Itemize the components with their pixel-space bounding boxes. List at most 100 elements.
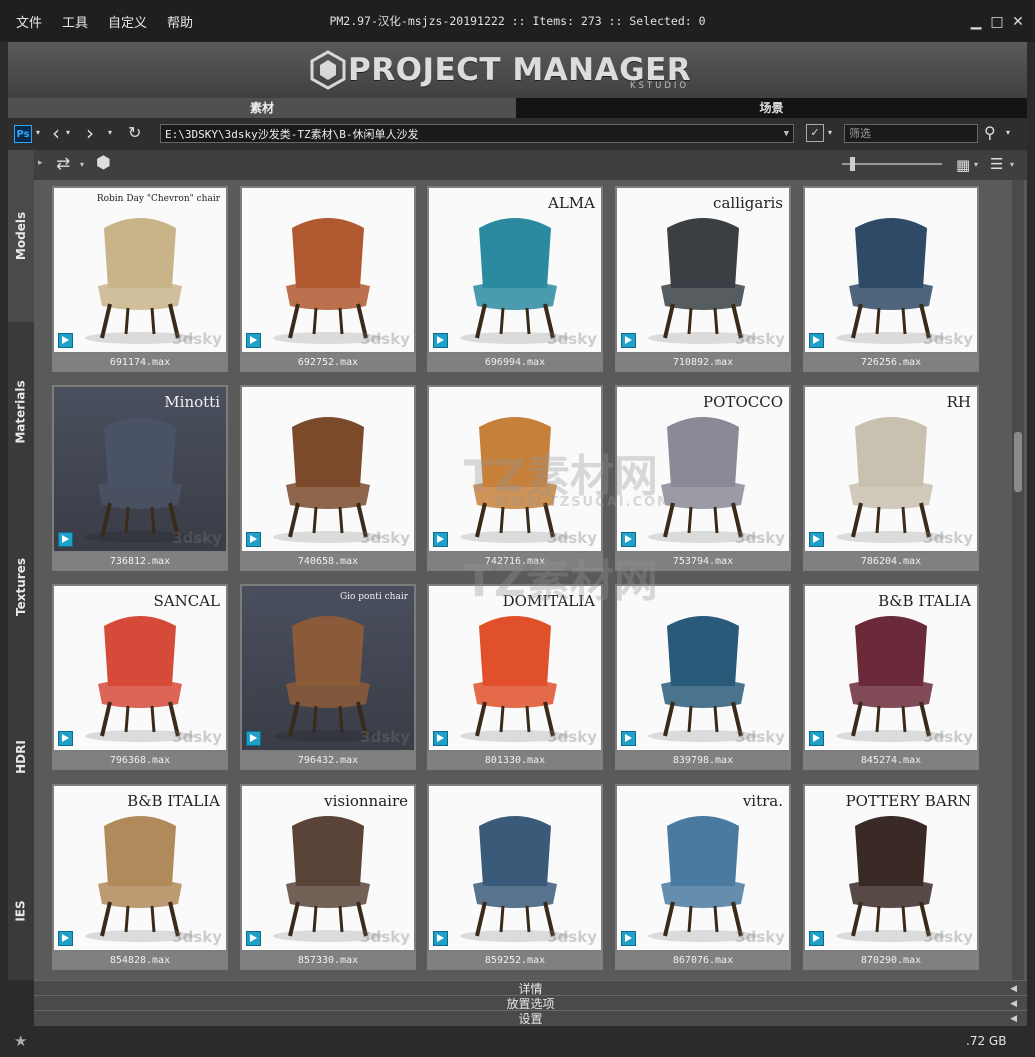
thumbnail-image: DOMITALIA 3dsky [429,586,601,750]
max-file-icon [621,731,636,746]
sidebar-item-label: Materials [14,380,28,444]
asset-thumbnail[interactable]: B&B ITALIA 3dsky 845274.max [803,584,979,770]
asset-filename: 691174.max [52,354,228,371]
max-file-icon [246,333,261,348]
sidebar-item-textures[interactable]: Textures [8,502,34,672]
path-text: E:\3DSKY\3dsky沙发类-TZ素材\B-休闲单人沙发 [165,128,419,141]
sync-icon[interactable]: ⇄ [56,154,70,174]
chair-illustration [460,417,570,543]
search-icon[interactable]: ⚲ [984,123,996,142]
sidebar-item-materials[interactable]: Materials [8,322,34,502]
thumbnail-watermark: 3dsky [360,330,410,348]
asset-thumbnail[interactable]: 3dsky 742716.max [427,385,603,571]
brand-label: RH [946,393,971,411]
ps-dropdown-icon[interactable]: ▾ [36,128,40,137]
settings-panel[interactable]: 设置 ◀ [34,1010,1027,1027]
chair-illustration [85,417,195,543]
grid-view-icon[interactable]: ▦ [956,156,970,174]
brand-label: Minotti [164,393,220,411]
star-icon[interactable]: ★ [14,1032,27,1050]
thumbnail-image: Minotti 3dsky [54,387,226,551]
title-bar: 文件 工具 自定义 帮助 PM2.97-汉化-msjzs-20191222 ::… [0,0,1035,42]
close-button[interactable]: ✕ [1008,12,1028,32]
asset-thumbnail[interactable]: Gio ponti chair 3dsky 796432.max [240,584,416,770]
disk-size-text: .72 GB [966,1034,1007,1048]
search-dropdown-icon[interactable]: ▾ [1006,128,1010,137]
back-dropdown-icon[interactable]: ▾ [66,128,70,137]
asset-filename: 786204.max [803,553,979,570]
asset-thumbnail[interactable]: POTOCCO 3dsky 753794.max [615,385,791,571]
asset-thumbnail[interactable]: Robin Day "Chevron" chair 3dsky 691174.max [52,186,228,372]
thumbnail-watermark: 3dsky [172,728,222,746]
max-file-icon [621,333,636,348]
sort-icon[interactable]: ☰ [990,155,1003,173]
asset-thumbnail[interactable]: RH 3dsky 786204.max [803,385,979,571]
asset-thumbnail[interactable]: 3dsky 839798.max [615,584,791,770]
thumbnail-image: B&B ITALIA 3dsky [805,586,977,750]
brand-label: calligaris [713,194,783,212]
asset-thumbnail[interactable]: POTTERY BARN 3dsky 870290.max [803,784,979,970]
thumbnail-watermark: 3dsky [735,330,785,348]
asset-thumbnail[interactable]: 3dsky 740658.max [240,385,416,571]
minimize-button[interactable]: ▁ [966,12,986,32]
max-file-icon [246,931,261,946]
tab-scenes[interactable]: 场景 [516,98,1027,118]
cube-icon[interactable]: ⬢ [96,153,111,173]
app-banner: PROJECT MANAGER KSTUDIO [8,42,1027,98]
thumbnail-size-slider[interactable] [842,156,942,172]
thumbnail-image: RH 3dsky [805,387,977,551]
asset-thumbnail[interactable]: B&B ITALIA 3dsky 854828.max [52,784,228,970]
sidebar-item-hdri[interactable]: HDRI [8,672,34,842]
thumbnail-watermark: 3dsky [735,728,785,746]
chair-illustration [273,616,383,742]
asset-thumbnail[interactable]: Minotti 3dsky 736812.max [52,385,228,571]
sort-dropdown-icon[interactable]: ▾ [1010,160,1014,169]
photoshop-icon[interactable]: Ps [14,125,32,143]
sidebar-item-ies[interactable]: IES [8,842,34,980]
sidebar-item-label: Textures [14,558,29,616]
filter-input[interactable]: 筛选 [844,124,978,143]
asset-thumbnail[interactable]: 3dsky 859252.max [427,784,603,970]
thumbnail-image: 3dsky [805,188,977,352]
thumbnail-image: POTTERY BARN 3dsky [805,786,977,950]
max-file-icon [809,931,824,946]
max-file-icon [58,931,73,946]
chair-illustration [648,218,758,344]
asset-thumbnail[interactable]: calligaris 3dsky 710892.max [615,186,791,372]
slider-handle[interactable] [850,157,855,171]
asset-thumbnail[interactable]: 3dsky 726256.max [803,186,979,372]
window-title: PM2.97-汉化-msjzs-20191222 :: Items: 273 :… [329,14,706,28]
forward-icon[interactable]: › [86,121,94,145]
refresh-icon[interactable]: ↻ [128,123,141,142]
asset-thumbnail[interactable]: visionnaire 3dsky 857330.max [240,784,416,970]
vertical-scrollbar[interactable] [1012,180,1024,980]
grid-view-dropdown-icon[interactable]: ▾ [974,160,978,169]
asset-thumbnail[interactable]: vitra. 3dsky 867076.max [615,784,791,970]
scrollbar-thumb[interactable] [1014,432,1022,492]
checklist-icon[interactable]: ✓ [806,124,824,142]
asset-thumbnail[interactable]: ALMA 3dsky 696994.max [427,186,603,372]
category-sidebar: Models Materials Textures HDRI IES [8,150,34,980]
asset-thumbnail[interactable]: DOMITALIA 3dsky 801330.max [427,584,603,770]
asset-thumbnail[interactable]: 3dsky 692752.max [240,186,416,372]
max-file-icon [433,731,448,746]
forward-dropdown-icon[interactable]: ▾ [108,128,112,137]
chevron-down-icon[interactable]: ◀ [1010,1011,1017,1027]
maximize-button[interactable]: □ [987,12,1007,32]
sync-dropdown-icon[interactable]: ▾ [80,160,84,169]
chair-illustration [460,616,570,742]
back-icon[interactable]: ‹ [52,121,60,145]
path-dropdown-icon[interactable]: ▼ [784,125,789,144]
thumbnail-watermark: 3dsky [547,330,597,348]
path-input[interactable]: E:\3DSKY\3dsky沙发类-TZ素材\B-休闲单人沙发 ▼ [160,124,794,143]
checklist-dropdown-icon[interactable]: ▾ [828,128,832,137]
tab-materials[interactable]: 素材 [8,98,516,118]
thumbnail-image: B&B ITALIA 3dsky [54,786,226,950]
brand-label: Robin Day "Chevron" chair [96,194,220,204]
asset-thumbnail[interactable]: SANCAL 3dsky 796368.max [52,584,228,770]
asset-filename: 742716.max [427,553,603,570]
thumbnail-watermark: 3dsky [547,529,597,547]
expand-arrow-icon[interactable]: ▸ [38,158,43,168]
sidebar-item-models[interactable]: Models [8,150,34,322]
chair-illustration [85,616,195,742]
